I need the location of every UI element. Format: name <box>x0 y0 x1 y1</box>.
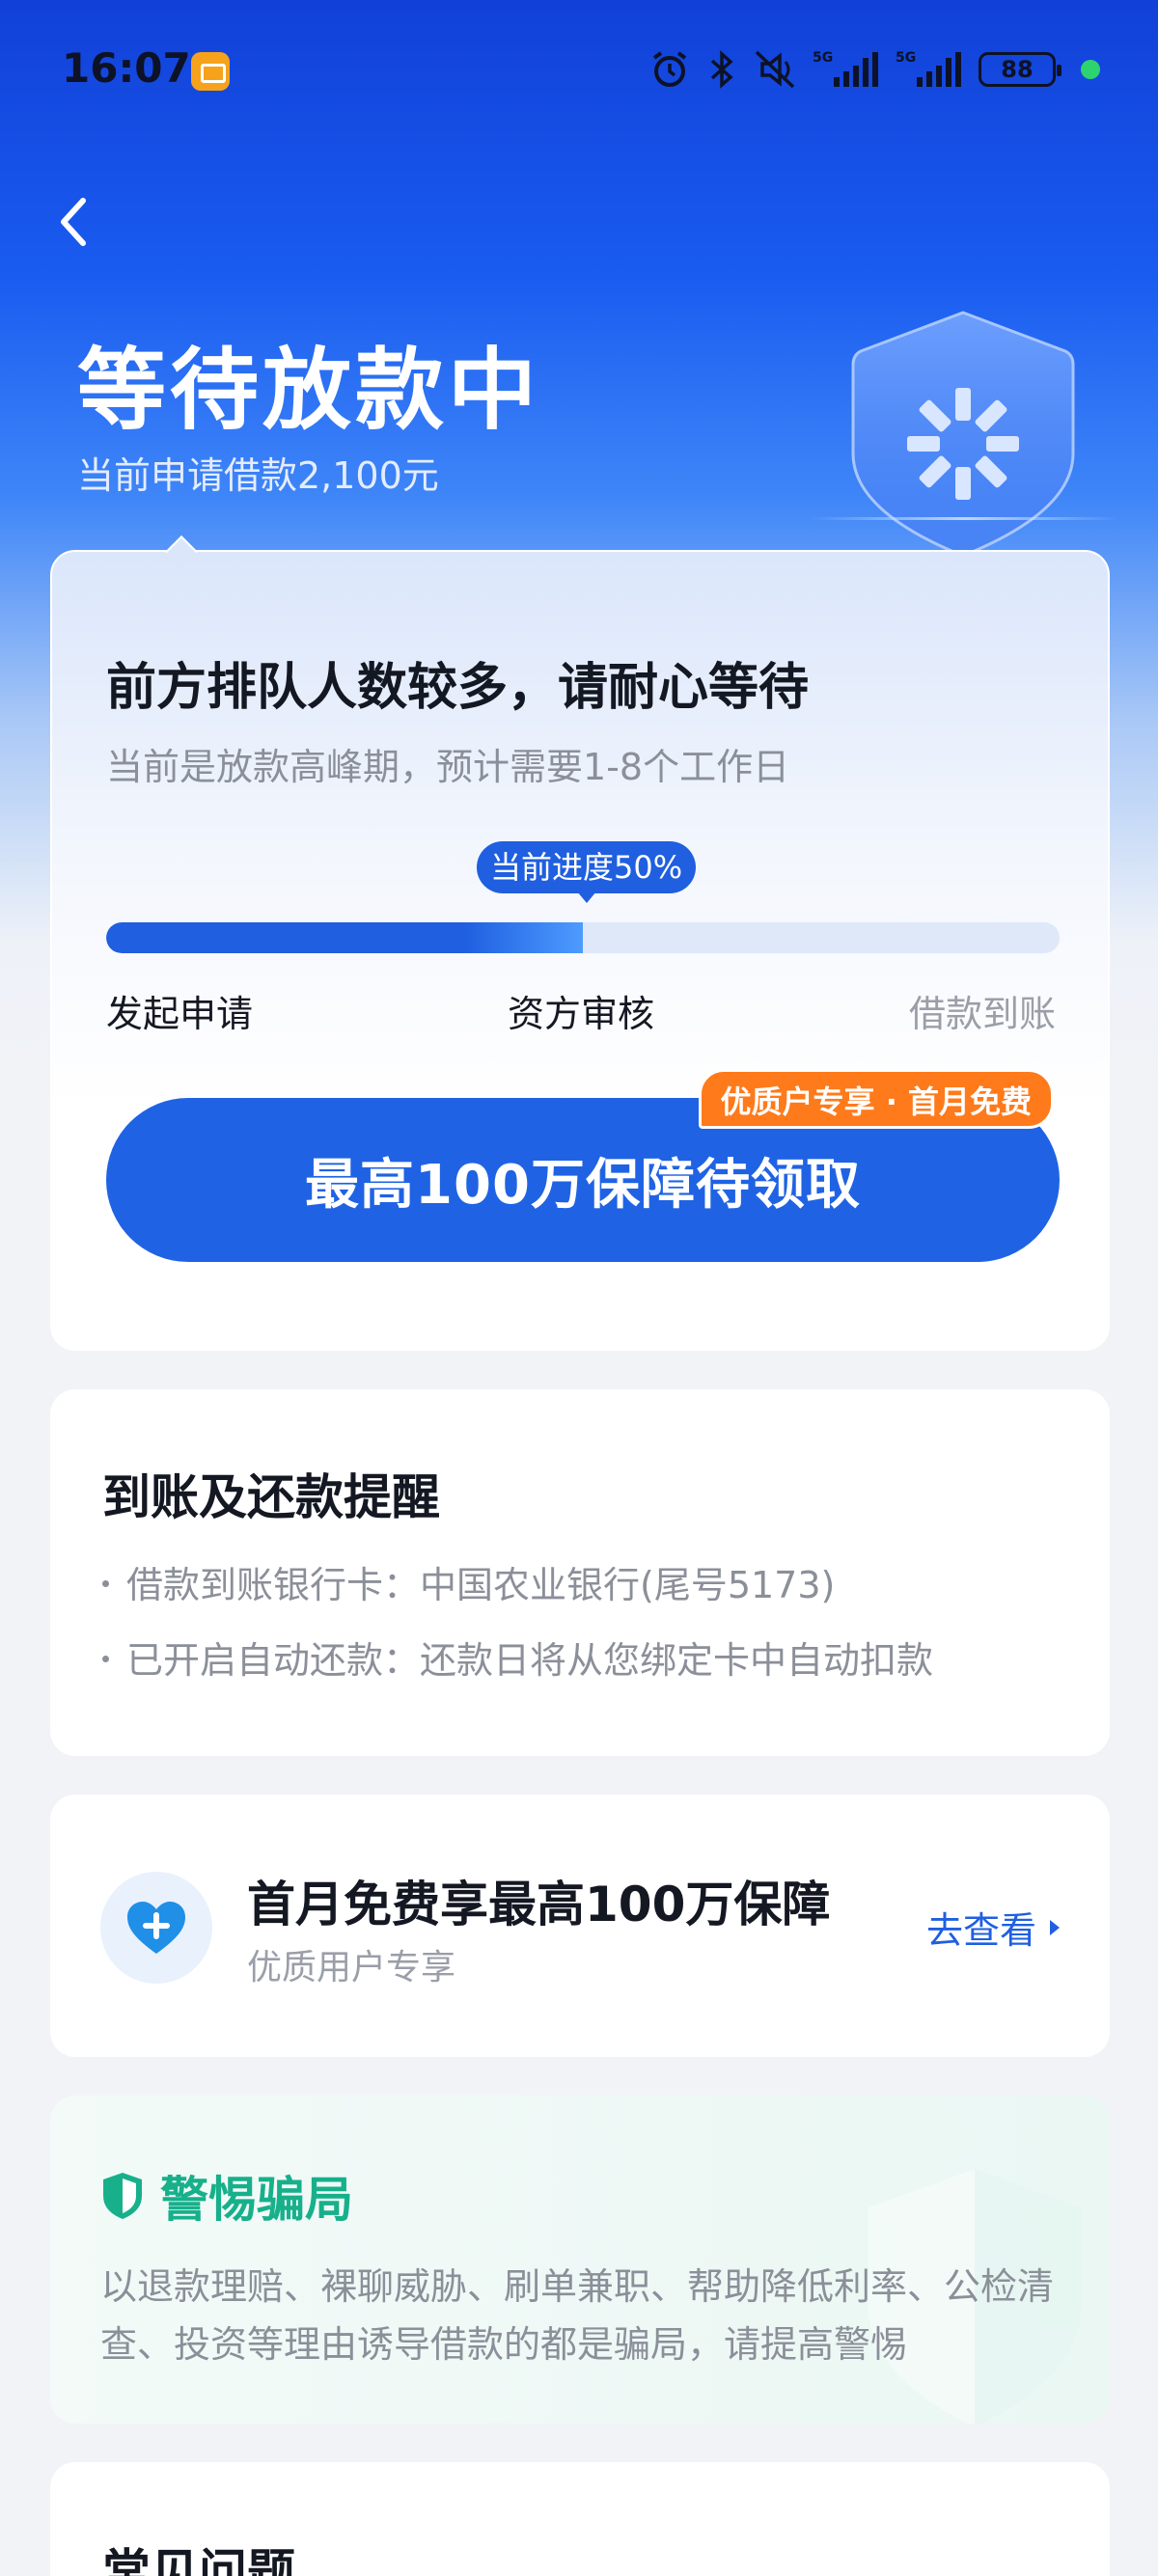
progress-bar-fill <box>106 922 583 953</box>
reminder-item-autopay: 已开启自动还款：还款日将从您绑定卡中自动扣款 <box>102 1631 933 1684</box>
reminder-card: 到账及还款提醒 借款到账银行卡：中国农业银行(尾号5173) 已开启自动还款：还… <box>50 1389 1110 1756</box>
cta-promo-badge: 优质户专享 · 首月免费 <box>698 1069 1054 1129</box>
notification-app-icon <box>191 52 230 91</box>
promo-subtitle: 优质用户专享 <box>247 1948 456 1987</box>
status-bar: 16:07 5G 5G 88 <box>0 0 1158 140</box>
reminder-item-text: 借款到账银行卡：中国农业银行(尾号5173) <box>126 1564 836 1606</box>
fraud-title: 警惕骗局 <box>160 2172 353 2228</box>
step-apply: 发起申请 <box>106 993 254 1035</box>
reminder-item-text: 已开启自动还款：还款日将从您绑定卡中自动扣款 <box>126 1639 934 1682</box>
fraud-warning-card: 警惕骗局 以退款理赔、裸聊威胁、刷单兼职、帮助降低利率、公检清查、投资等理由诱导… <box>50 2096 1110 2424</box>
promo-title: 首月免费享最高100万保障 <box>247 1877 831 1932</box>
arrow-right-icon <box>1050 1919 1060 1935</box>
progress-subtext: 当前是放款高峰期，预计需要1-8个工作日 <box>106 746 790 788</box>
progress-heading: 前方排队人数较多，请耐心等待 <box>106 659 810 717</box>
reminder-title: 到账及还款提醒 <box>102 1469 440 1525</box>
fraud-text: 以退款理赔、裸聊威胁、刷单兼职、帮助降低利率、公检清查、投资等理由诱导借款的都是… <box>100 2265 1055 2366</box>
insurance-promo-card[interactable]: 首月免费享最高100万保障 优质用户专享 去查看 <box>50 1795 1110 2057</box>
shield-check-icon <box>103 2173 142 2219</box>
reminder-item-bank: 借款到账银行卡：中国农业银行(尾号5173) <box>102 1555 835 1608</box>
view-details-link[interactable]: 去查看 <box>926 1901 1060 1954</box>
bluetooth-icon <box>710 50 733 89</box>
view-details-label: 去查看 <box>925 1909 1036 1952</box>
bullet-icon <box>102 1656 109 1662</box>
privacy-indicator-dot <box>1081 60 1100 79</box>
step-review: 资方审核 <box>508 993 655 1035</box>
step-disbursed: 借款到账 <box>908 993 1056 1035</box>
signal-icon-2: 5G <box>896 50 961 87</box>
fraud-header: 警惕骗局 <box>100 2161 353 2231</box>
battery-level: 88 <box>1001 56 1034 83</box>
decorative-light-line <box>811 517 1119 520</box>
page-subtitle: 当前申请借款2,100元 <box>77 454 439 497</box>
signal-icon-1: 5G <box>813 50 878 87</box>
progress-card: 前方排队人数较多，请耐心等待 当前是放款高峰期，预计需要1-8个工作日 当前进度… <box>50 535 1110 1351</box>
progress-bar <box>106 922 1060 953</box>
faq-card[interactable]: 常见问题 <box>50 2462 1110 2576</box>
alarm-icon <box>652 51 687 87</box>
svg-text:5G: 5G <box>896 50 916 66</box>
status-icons: 5G 5G 88 <box>648 48 1100 91</box>
faq-title: 常见问题 <box>102 2544 295 2576</box>
heart-plus-icon <box>100 1872 212 1984</box>
page-title: 等待放款中 <box>77 339 541 442</box>
battery-indicator: 88 <box>979 52 1062 87</box>
status-time: 16:07 <box>62 44 191 92</box>
progress-bubble: 当前进度50% <box>477 841 697 903</box>
svg-text:5G: 5G <box>813 50 833 66</box>
shield-logo-icon <box>851 311 1075 558</box>
chevron-left-icon <box>61 198 86 246</box>
mute-icon <box>755 50 795 89</box>
bullet-icon <box>102 1580 109 1587</box>
back-button[interactable] <box>50 193 98 251</box>
